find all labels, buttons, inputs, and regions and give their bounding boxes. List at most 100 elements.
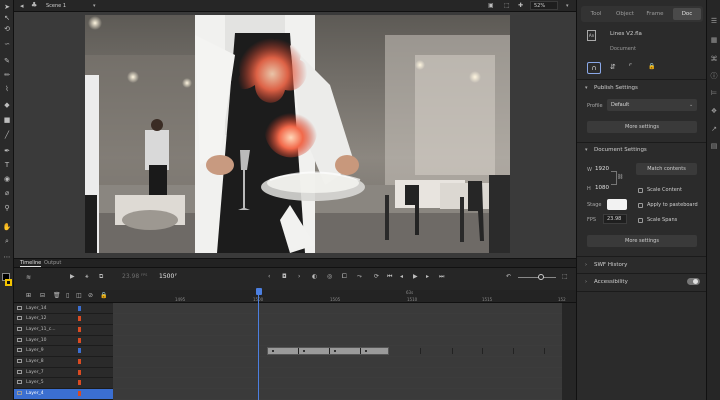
scale-spans-checkbox[interactable] bbox=[638, 218, 643, 223]
stage-canvas-photo[interactable] bbox=[85, 15, 510, 253]
library-icon[interactable]: ▦ bbox=[709, 35, 719, 45]
stage-color-swatch[interactable] bbox=[607, 199, 627, 210]
hide-all-icon[interactable]: ⊘ bbox=[88, 292, 93, 299]
lasso-tool-icon[interactable]: ∽ bbox=[2, 39, 12, 49]
layer-row[interactable]: Layer_11_c... bbox=[14, 324, 113, 336]
prev-keyframe-icon[interactable]: ‹ bbox=[268, 273, 270, 280]
frame-row[interactable] bbox=[113, 325, 562, 336]
paint-bucket-icon[interactable]: ◉ bbox=[2, 174, 12, 184]
text-tool-icon[interactable]: T bbox=[2, 160, 12, 170]
layer-row[interactable]: Layer_9 bbox=[14, 346, 113, 357]
info-icon[interactable]: ⓘ bbox=[709, 71, 719, 81]
onion-outline-icon[interactable]: ◎ bbox=[327, 273, 332, 280]
match-contents-button[interactable]: Match contents bbox=[636, 163, 697, 175]
frame-ruler[interactable]: 1495 1500 1505 1510 1515 152 63s bbox=[113, 290, 576, 303]
motion-presets-icon[interactable]: ↗ bbox=[709, 124, 719, 134]
layers-icon[interactable]: ≋ bbox=[26, 274, 31, 281]
layer-color-marker[interactable] bbox=[78, 369, 81, 375]
frame-row[interactable] bbox=[113, 357, 562, 368]
insert-keyframe-icon[interactable]: ◘ bbox=[282, 273, 287, 280]
layer-row[interactable]: Layer_12 bbox=[14, 314, 113, 325]
document-settings-title[interactable]: Document Settings bbox=[594, 147, 647, 153]
frame-row[interactable] bbox=[113, 314, 562, 325]
snap-align-icon[interactable]: ⇵ bbox=[610, 63, 616, 71]
play-icon[interactable]: ▶ bbox=[413, 273, 418, 280]
playhead-handle[interactable] bbox=[256, 288, 262, 295]
next-keyframe-icon[interactable]: › bbox=[298, 273, 300, 280]
bone-tool-icon[interactable]: ⚲ bbox=[2, 203, 12, 213]
tab-output[interactable]: Output bbox=[44, 260, 61, 266]
scene-dropdown-icon[interactable]: ▾ bbox=[93, 3, 96, 9]
frame-row[interactable] bbox=[113, 346, 562, 357]
lock-all-icon[interactable]: 🔒 bbox=[100, 292, 107, 299]
forward-end-icon[interactable]: ⏭ bbox=[439, 273, 444, 281]
layer-row[interactable]: Layer_4 bbox=[14, 389, 113, 400]
document-expand-icon[interactable]: ▾ bbox=[585, 147, 588, 153]
camera-icon[interactable]: ▶ bbox=[70, 273, 75, 280]
line-tool-icon[interactable]: ╱ bbox=[2, 130, 12, 140]
align-icon[interactable]: ⊨ bbox=[709, 88, 719, 98]
show-outlines-icon[interactable]: ◫ bbox=[76, 292, 82, 299]
publish-more-settings-button[interactable]: More settings bbox=[587, 121, 697, 133]
layer-color-marker[interactable] bbox=[78, 305, 81, 311]
chain-link-icon[interactable]: ⛓ bbox=[617, 174, 623, 180]
brush-tool-icon[interactable]: ✎ bbox=[2, 56, 12, 66]
free-transform-icon[interactable]: ⟲ bbox=[2, 24, 12, 34]
frame-row[interactable] bbox=[113, 304, 562, 315]
step-forward-icon[interactable]: ▸ bbox=[426, 273, 429, 280]
layer-color-marker[interactable] bbox=[78, 380, 81, 386]
edit-multiple-icon[interactable]: ⧠ bbox=[342, 273, 347, 281]
center-stage-icon[interactable]: ✚ bbox=[518, 2, 523, 9]
lock-icon[interactable]: 🔒 bbox=[648, 63, 655, 70]
tab-frame[interactable]: Frame bbox=[641, 8, 669, 20]
magnet-snap-icon[interactable]: ∩ bbox=[587, 62, 601, 74]
current-frame[interactable]: 1500 bbox=[159, 273, 174, 280]
publish-expand-icon[interactable]: ▾ bbox=[585, 85, 588, 91]
guide-icon[interactable]: ⌜ bbox=[629, 63, 632, 71]
layer-name[interactable]: Layer_14 bbox=[26, 304, 47, 315]
layer-name[interactable]: Layer_8 bbox=[26, 357, 44, 368]
more-tools-icon[interactable]: ⋯ bbox=[2, 252, 12, 262]
attach-layer-icon[interactable]: ⧉ bbox=[99, 273, 103, 281]
apply-pasteboard-checkbox[interactable] bbox=[638, 203, 643, 208]
layer-name[interactable]: Layer_10 bbox=[26, 336, 47, 347]
assets-icon[interactable]: ⌘ bbox=[709, 54, 719, 64]
layer-name[interactable]: Layer_11_c... bbox=[26, 325, 56, 336]
fill-color-swatch[interactable] bbox=[5, 279, 12, 286]
accessibility-expand-icon[interactable]: › bbox=[585, 279, 587, 285]
layer-row[interactable]: Layer_10 bbox=[14, 335, 113, 347]
scene-label[interactable]: Scene 1 bbox=[46, 3, 66, 9]
layer-name[interactable]: Layer_5 bbox=[26, 378, 44, 389]
create-tween-icon[interactable]: ⤳ bbox=[357, 273, 362, 281]
width-field[interactable]: 1920 bbox=[595, 166, 609, 172]
tab-object[interactable]: Object bbox=[611, 8, 639, 20]
tab-tool[interactable]: Tool bbox=[583, 8, 609, 20]
delete-layer-icon[interactable]: 🗑 bbox=[53, 292, 61, 299]
layer-color-marker[interactable] bbox=[78, 391, 81, 397]
loop-icon[interactable]: ⟳ bbox=[374, 273, 379, 280]
fps-value[interactable]: 23.98 bbox=[122, 273, 139, 280]
selection-tool-icon[interactable]: ➤ bbox=[2, 2, 12, 12]
swf-expand-icon[interactable]: › bbox=[585, 262, 587, 268]
frame-row[interactable] bbox=[113, 389, 562, 400]
frame-row[interactable] bbox=[113, 336, 562, 347]
height-field[interactable]: 1080 bbox=[595, 185, 609, 191]
frame-row[interactable] bbox=[113, 378, 562, 390]
transform-icon[interactable]: ▤ bbox=[709, 141, 719, 151]
eraser-tool-icon[interactable]: ◆ bbox=[2, 100, 12, 110]
onion-skin-icon[interactable]: ◐ bbox=[312, 273, 317, 280]
publish-settings-title[interactable]: Publish Settings bbox=[594, 85, 638, 91]
doc-fps-field[interactable]: 23.98 bbox=[603, 214, 627, 224]
new-folder-icon[interactable]: ⊟ bbox=[40, 292, 45, 299]
layer-name[interactable]: Layer_9 bbox=[26, 346, 44, 357]
swf-history-title[interactable]: SWF History bbox=[594, 262, 627, 268]
layer-color-marker[interactable] bbox=[78, 337, 81, 343]
frame-row[interactable] bbox=[113, 368, 562, 379]
subselection-tool-icon[interactable]: ↖ bbox=[2, 13, 12, 23]
undo-zoom-icon[interactable]: ↶ bbox=[506, 273, 511, 280]
highlight-layers-icon[interactable]: ▯ bbox=[66, 292, 69, 299]
layer-row[interactable]: Layer_5 bbox=[14, 378, 113, 390]
layer-row[interactable]: Layer_7 bbox=[14, 367, 113, 379]
accessibility-title[interactable]: Accessibility bbox=[594, 279, 628, 285]
eyedropper-icon[interactable]: ⌀ bbox=[2, 188, 12, 198]
